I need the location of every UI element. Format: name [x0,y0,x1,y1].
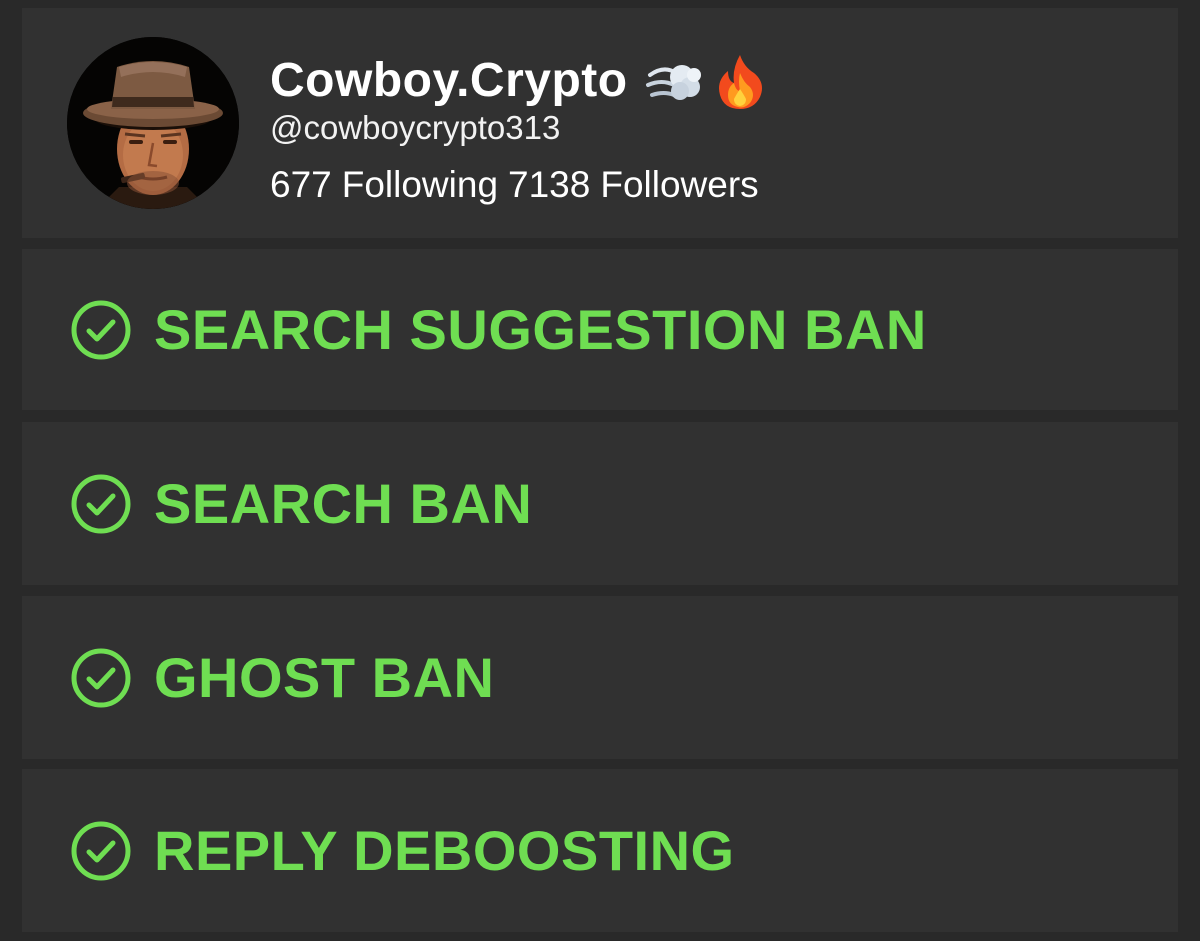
check-circle-icon [71,648,131,707]
following-label[interactable]: Following [342,166,498,203]
check-label: SEARCH BAN [154,471,533,535]
check-circle-icon [71,821,131,880]
check-item: SEARCH SUGGESTION BAN [70,299,927,361]
check-label: SEARCH SUGGESTION BAN [154,297,927,361]
check-circle-icon [71,300,131,359]
following-count[interactable]: 677 [270,166,332,203]
display-name-row: Cowboy.Crypto [270,46,770,116]
follow-stats: 677 Following 7138 Followers [270,166,759,203]
shadowban-report: Cowboy.Crypto @cowboycrypto313 677 Follo… [0,0,1200,941]
cowboy-portrait-icon [67,37,239,209]
followers-label[interactable]: Followers [600,166,758,203]
check-row-ghost-ban: GHOST BAN [22,596,1178,759]
check-row-reply-deboosting: REPLY DEBOOSTING [22,769,1178,932]
check-row-search-suggestion-ban: SEARCH SUGGESTION BAN [22,249,1178,410]
avatar[interactable] [67,37,239,209]
profile-card: Cowboy.Crypto @cowboycrypto313 677 Follo… [22,8,1178,238]
fire-emoji-icon [710,51,770,111]
followers-count[interactable]: 7138 [508,166,590,203]
check-label: REPLY DEBOOSTING [154,818,735,882]
check-row-search-ban: SEARCH BAN [22,422,1178,585]
dashing-away-emoji-icon [644,51,704,111]
display-name[interactable]: Cowboy.Crypto [270,57,628,105]
check-circle-icon [71,474,131,533]
check-label: GHOST BAN [154,645,495,709]
check-item: REPLY DEBOOSTING [70,820,735,882]
check-item: SEARCH BAN [70,473,532,535]
user-handle[interactable]: @cowboycrypto313 [270,111,560,144]
check-item: GHOST BAN [70,647,495,709]
